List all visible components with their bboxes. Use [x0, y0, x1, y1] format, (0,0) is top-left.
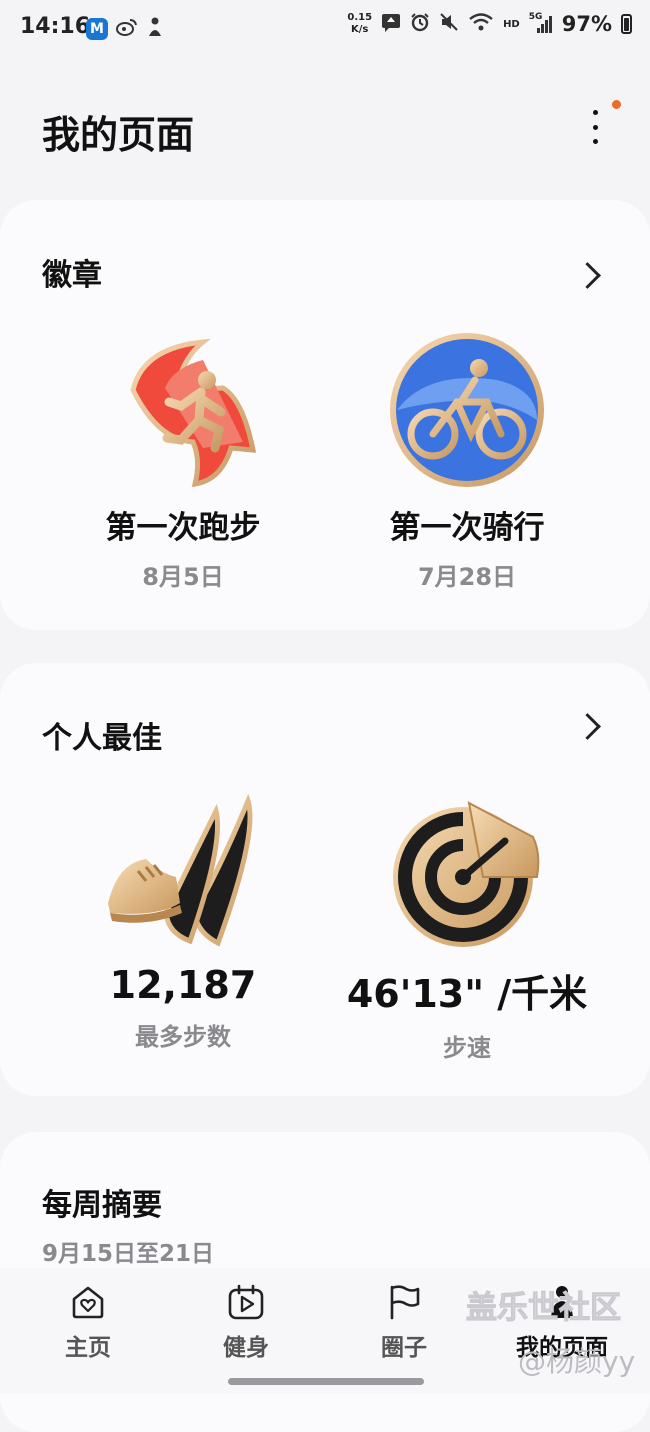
flag-icon — [390, 1285, 420, 1320]
tab-home[interactable]: 主页 — [28, 1282, 148, 1362]
badge-date: 7月28日 — [417, 563, 517, 591]
home-heart-icon — [72, 1286, 104, 1319]
badges-chevron-icon[interactable] — [574, 262, 601, 289]
personal-best-title[interactable]: 个人最佳 — [42, 713, 162, 757]
best-value: 12,187 — [109, 963, 257, 1007]
status-bar: 14:16 M 0.15 K/s HD 5G 97% — [0, 0, 650, 58]
best-item-steps[interactable]: 12,187 最多步数 — [38, 793, 328, 1052]
status-time: 14:16 — [20, 14, 91, 39]
signal-icon: 5G — [529, 12, 553, 34]
home-indicator[interactable] — [228, 1378, 424, 1385]
weekly-title: 每周摘要 — [42, 1188, 162, 1223]
m-app-icon: M — [86, 18, 108, 40]
best-item-pace[interactable]: 46'13" /千米 步速 — [322, 793, 612, 1063]
upload-icon — [381, 12, 401, 36]
mute-icon — [439, 12, 459, 36]
net-speed: 0.15 K/s — [347, 12, 373, 35]
watermark-username: @杨颜yy — [518, 1345, 636, 1378]
personal-best-card: 个人最佳 12,187 最多步数 46'13" /千米 步速 — [0, 663, 650, 1096]
best-label: 步速 — [443, 1034, 491, 1062]
best-label: 最多步数 — [135, 1023, 231, 1051]
tab-label: 圈子 — [381, 1335, 427, 1361]
badges-card: 徽章 第一次跑步 8月5日 第一次骑行 7月28日 — [0, 200, 650, 630]
tab-fitness[interactable]: 健身 — [186, 1282, 306, 1362]
battery-percent: 97% — [561, 12, 612, 36]
page-title: 我的页面 — [42, 113, 195, 157]
weibo-icon — [116, 17, 138, 41]
notification-dot — [612, 100, 621, 109]
running-badge-icon — [130, 338, 257, 488]
figure-icon — [146, 16, 164, 42]
badge-name: 第一次骑行 — [389, 510, 545, 546]
pace-gauge-icon — [393, 801, 540, 947]
more-options-button[interactable] — [583, 110, 607, 144]
badge-item-first-run[interactable]: 第一次跑步 8月5日 — [38, 330, 328, 592]
tab-circles[interactable]: 圈子 — [344, 1282, 464, 1362]
tab-label: 健身 — [223, 1335, 269, 1361]
cycling-badge-icon — [390, 333, 544, 487]
shoe-badge-icon — [108, 793, 253, 947]
best-value: 46'13" /千米 — [346, 972, 588, 1016]
battery-icon — [621, 14, 632, 34]
badge-date: 8月5日 — [142, 563, 224, 591]
watermark-logo: 盖乐世社区 — [466, 1290, 622, 1327]
alarm-icon — [410, 12, 430, 36]
badges-title[interactable]: 徽章 — [42, 250, 102, 294]
wifi-icon — [468, 12, 494, 36]
weekly-range: 9月15日至21日 — [42, 1241, 215, 1267]
tab-label: 主页 — [65, 1335, 111, 1361]
hd-label: HD — [503, 18, 520, 30]
fitness-play-icon — [228, 1284, 264, 1320]
badge-name: 第一次跑步 — [105, 510, 261, 546]
badge-item-first-ride[interactable]: 第一次骑行 7月28日 — [322, 330, 612, 592]
personal-best-chevron-icon[interactable] — [574, 713, 601, 740]
